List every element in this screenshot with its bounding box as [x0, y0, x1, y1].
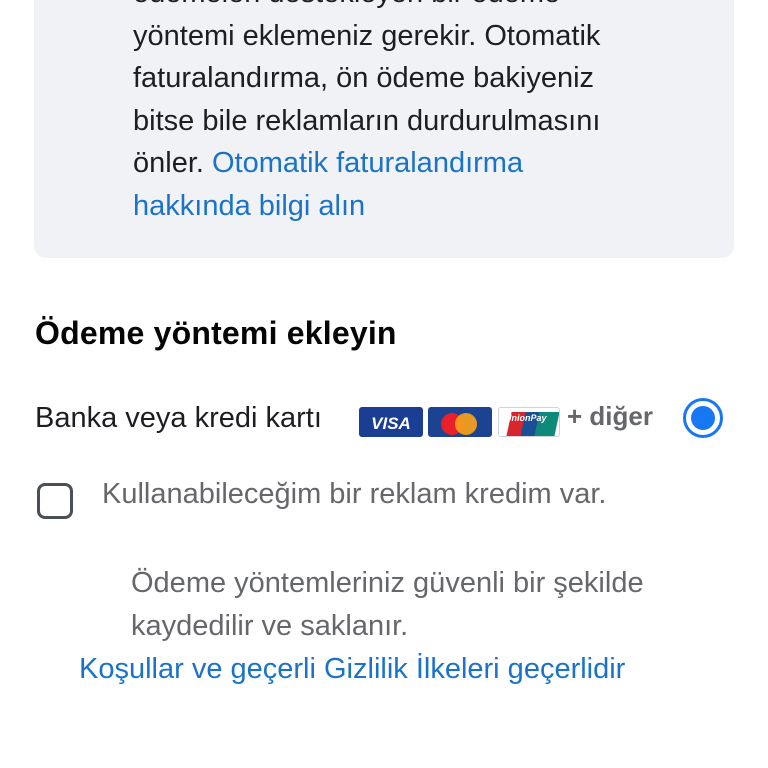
payment-method-page: ödemeleri destekleyen bir ödeme yöntemi …: [0, 0, 768, 768]
unionpay-logo-icon: UnionPay: [498, 407, 560, 437]
more-cards-label: + diğer: [567, 401, 653, 431]
info-line: yöntemi eklemeniz gerekir. Otomatik: [133, 19, 601, 52]
mastercard-logo-icon: [428, 407, 492, 437]
terms-privacy-link[interactable]: Koşullar ve geçerli Gizlilik İlkeleri ge…: [79, 653, 625, 686]
ad-credit-label: Kullanabileceğim bir reklam kredim var.: [102, 478, 607, 510]
mastercard-yellow-circle: [455, 413, 477, 435]
card-option-label: Banka veya kredi kartı: [35, 402, 322, 434]
auto-billing-learn-more-link[interactable]: Otomatik faturalandırma: [212, 147, 523, 179]
ad-credit-checkbox[interactable]: [37, 483, 73, 519]
card-payment-option[interactable]: Banka veya kredi kartı VISA UnionPay + d…: [35, 398, 735, 442]
secure-storage-note: Ödeme yöntemleriniz güvenli bir şekilde …: [131, 562, 731, 648]
section-title: Ödeme yöntemi ekleyin: [35, 315, 397, 351]
radio-selected-dot: [691, 406, 715, 430]
auto-billing-info-text: ödemeleri destekleyen bir ödeme yöntemi …: [133, 0, 693, 227]
info-line: faturalandırma, ön ödeme bakiyeniz: [133, 62, 595, 94]
info-line: ödemeleri destekleyen bir ödeme: [133, 0, 693, 15]
card-option-radio[interactable]: [683, 398, 723, 438]
info-line: bitse bile reklamların durdurulmasını: [133, 104, 601, 137]
info-line: önler. Otomatik faturalandırma: [133, 142, 693, 185]
auto-billing-learn-more-link-cont[interactable]: hakkında bilgi alın: [133, 185, 693, 228]
info-line-text: önler.: [133, 147, 212, 179]
secure-note-line: Ödeme yöntemleriniz güvenli bir şekilde: [131, 567, 644, 599]
secure-note-line: kaydedilir ve saklanır.: [131, 610, 409, 642]
unionpay-logo-text: UnionPay: [505, 413, 547, 423]
ad-credit-option[interactable]: Kullanabileceğim bir reklam kredim var.: [35, 478, 735, 528]
visa-logo-icon: VISA: [359, 407, 423, 437]
